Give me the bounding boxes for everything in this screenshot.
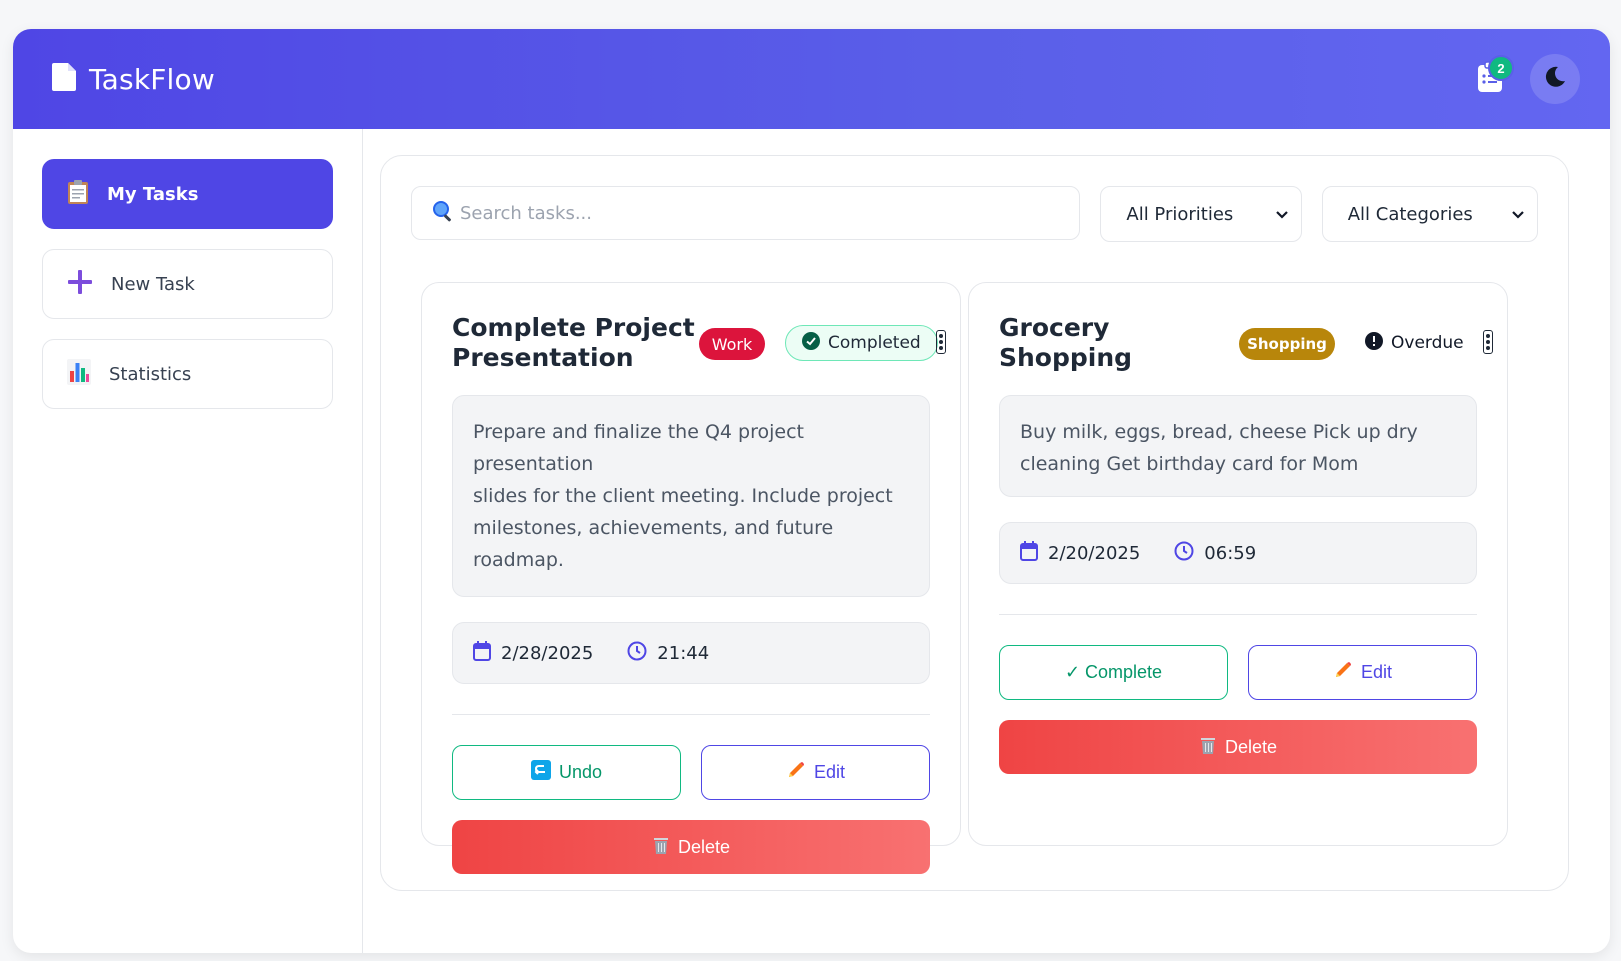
task-title-line: Complete Project (452, 313, 695, 342)
trash-icon (1199, 735, 1217, 760)
task-date: 2/28/2025 (501, 642, 594, 664)
description-line: Buy milk, eggs, bread, cheese Pick up dr… (1020, 421, 1418, 443)
edit-button[interactable]: Edit (1248, 645, 1477, 700)
notification-badge: 2 (1488, 55, 1514, 81)
task-meta: 2/28/2025 21:44 (452, 622, 930, 684)
pencil-icon (786, 760, 806, 785)
sidebar-item-new-task[interactable]: New Task (42, 249, 333, 319)
complete-label: ✓ Complete (1064, 662, 1163, 682)
priority-select-value: All Priorities (1126, 203, 1234, 225)
sidebar-item-label: My Tasks (107, 183, 199, 205)
undo-button[interactable]: Undo (452, 745, 681, 800)
category-tag: Shopping (1239, 328, 1335, 360)
moon-icon (1543, 65, 1567, 94)
card-divider (999, 614, 1477, 615)
clipboard-icon (67, 179, 89, 210)
status-label: Overdue (1391, 333, 1464, 353)
search-input[interactable] (460, 202, 1060, 224)
calendar-icon (1020, 540, 1038, 566)
category-select-value: All Categories (1347, 203, 1473, 225)
chevron-down-icon (1511, 204, 1525, 225)
card-divider (452, 714, 930, 715)
plus-icon (67, 269, 93, 300)
task-time: 21:44 (657, 642, 710, 664)
task-title: Complete Project Presentation (452, 313, 695, 373)
sidebar-item-my-tasks[interactable]: My Tasks (42, 159, 333, 229)
delete-label: Delete (677, 836, 731, 857)
task-date: 2/20/2025 (1048, 542, 1141, 564)
undo-label: Undo (558, 762, 603, 782)
edit-label: Edit (1360, 662, 1393, 682)
document-icon (51, 62, 77, 97)
app-window: TaskFlow 2 My Tasks New Task Statistics … (13, 29, 1610, 953)
brand[interactable]: TaskFlow (51, 62, 215, 97)
category-tag: Work (699, 328, 765, 360)
task-notifications-button[interactable]: 2 (1470, 55, 1514, 99)
description-line: Prepare and finalize the Q4 project pres… (473, 421, 804, 475)
sidebar-item-label: New Task (111, 273, 195, 295)
filter-bar: All Priorities All Categories (411, 186, 1538, 242)
theme-toggle-button[interactable] (1530, 54, 1580, 104)
alert-circle-icon (1365, 331, 1383, 355)
task-description: Prepare and finalize the Q4 project pres… (452, 395, 930, 597)
pencil-icon (1333, 660, 1353, 685)
description-line: milestones, achievements, and future roa… (473, 517, 834, 571)
task-title-line: Presentation (452, 343, 634, 372)
status-badge: Overdue (1353, 325, 1476, 361)
task-title-line: Grocery (999, 313, 1110, 342)
sidebar-item-label: Statistics (109, 363, 192, 385)
status-badge: Completed (785, 325, 938, 361)
sidebar-item-statistics[interactable]: Statistics (42, 339, 333, 409)
task-description: Buy milk, eggs, bread, cheese Pick up dr… (999, 395, 1477, 497)
undo-icon (530, 760, 551, 785)
task-meta: 2/20/2025 06:59 (999, 522, 1477, 584)
bar-chart-icon (67, 358, 91, 390)
task-card: Complete Project Presentation Work Compl… (421, 282, 961, 874)
task-card: Grocery Shopping Shopping Overdue Buy mi… (968, 282, 1508, 846)
delete-button[interactable]: Delete (452, 820, 930, 874)
delete-label: Delete (1224, 736, 1278, 757)
description-line: slides for the client meeting. Include p… (473, 485, 893, 507)
complete-button[interactable]: ✓ Complete (999, 645, 1228, 700)
description-line: cleaning Get birthday card for Mom (1020, 453, 1359, 475)
calendar-icon (473, 640, 491, 666)
task-time: 06:59 (1204, 542, 1257, 564)
priority-select[interactable]: All Priorities (1100, 186, 1302, 242)
app-title: TaskFlow (89, 62, 215, 96)
status-label: Completed (828, 333, 921, 353)
edit-button[interactable]: Edit (701, 745, 930, 800)
category-select[interactable]: All Categories (1321, 186, 1538, 242)
clock-icon (1174, 541, 1194, 566)
more-options-icon[interactable] (1483, 330, 1493, 354)
task-panel: All Priorities All Categories Complete P… (380, 155, 1569, 891)
check-circle-icon (802, 331, 820, 355)
app-header: TaskFlow 2 (13, 29, 1610, 129)
chevron-down-icon (1275, 204, 1289, 225)
clock-icon (627, 641, 647, 666)
sidebar: My Tasks New Task Statistics (13, 129, 363, 953)
delete-button[interactable]: Delete (999, 720, 1477, 774)
more-options-icon[interactable] (936, 330, 946, 354)
task-title-line: Shopping (999, 343, 1133, 372)
task-title: Grocery Shopping (999, 313, 1132, 373)
edit-label: Edit (813, 762, 846, 782)
search-icon (432, 200, 454, 227)
trash-icon (652, 835, 670, 860)
search-box[interactable] (411, 186, 1081, 240)
